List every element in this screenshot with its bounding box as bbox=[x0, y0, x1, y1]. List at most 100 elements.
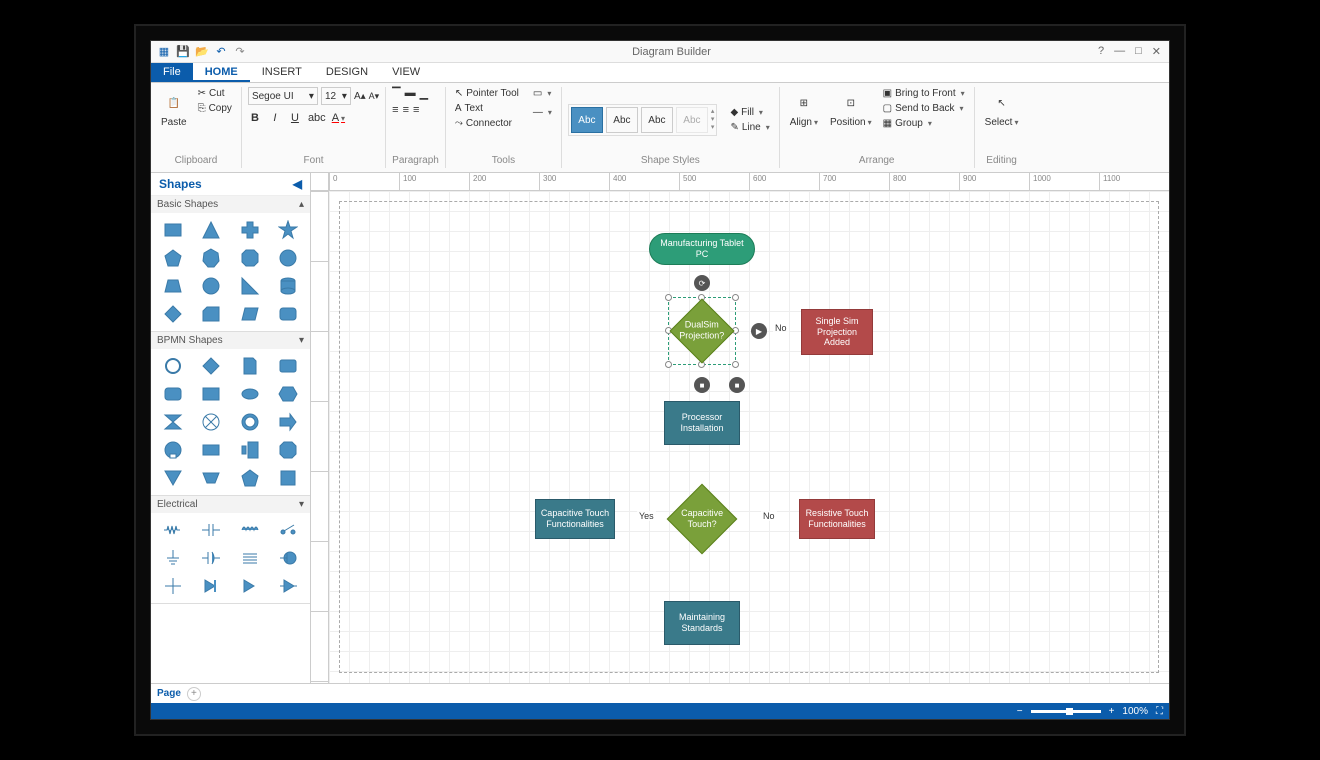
bringfront-button[interactable]: ▣Bring to Front bbox=[880, 87, 968, 100]
elec-inductor[interactable] bbox=[234, 519, 266, 541]
style-more-icon[interactable]: ▾ bbox=[711, 123, 715, 131]
elec-cap2[interactable] bbox=[195, 547, 227, 569]
handle-a-icon[interactable]: ■ bbox=[694, 377, 710, 393]
style-swatch-4[interactable]: Abc bbox=[676, 107, 708, 133]
select-button[interactable]: ↖Select bbox=[981, 87, 1023, 132]
elec-cap[interactable] bbox=[195, 519, 227, 541]
fontcolor-button[interactable]: A bbox=[332, 112, 345, 124]
node-capacitive[interactable]: Capacitive Touch Functionalities bbox=[535, 499, 615, 539]
bpmn-timer[interactable] bbox=[157, 411, 189, 433]
style-down-icon[interactable]: ▾ bbox=[711, 115, 715, 123]
shape-rect[interactable] bbox=[157, 219, 189, 241]
shape-card[interactable] bbox=[195, 303, 227, 325]
shape-octagon[interactable] bbox=[234, 247, 266, 269]
node-standards[interactable]: Maintaining Standards bbox=[664, 601, 740, 645]
node-start[interactable]: Manufacturing Tablet PC bbox=[649, 233, 755, 265]
shape-roundrect[interactable] bbox=[272, 303, 304, 325]
add-page-button[interactable]: + bbox=[187, 687, 201, 701]
paste-button[interactable]: 📋 Paste bbox=[157, 87, 191, 132]
style-swatch-2[interactable]: Abc bbox=[606, 107, 638, 133]
bpmn-callact[interactable] bbox=[157, 439, 189, 461]
handle-b-icon[interactable]: ■ bbox=[729, 377, 745, 393]
align-left-icon[interactable]: ≡ bbox=[392, 104, 398, 116]
bpmn-data[interactable] bbox=[234, 355, 266, 377]
bpmn-gateway[interactable] bbox=[195, 355, 227, 377]
elec-amp[interactable] bbox=[272, 575, 304, 597]
style-up-icon[interactable]: ▴ bbox=[711, 107, 715, 115]
connector-tool-button[interactable]: ⤳Connector bbox=[452, 117, 522, 130]
section-basic-header[interactable]: Basic Shapes▴ bbox=[151, 196, 310, 213]
save-icon[interactable]: 💾 bbox=[176, 45, 190, 59]
tab-design[interactable]: DESIGN bbox=[314, 63, 380, 82]
bpmn-pool[interactable] bbox=[195, 383, 227, 405]
elec-diode[interactable] bbox=[195, 575, 227, 597]
bpmn-dbl[interactable] bbox=[234, 411, 266, 433]
bpmn-pent2[interactable] bbox=[234, 467, 266, 489]
zoom-slider[interactable] bbox=[1031, 710, 1101, 713]
node-processor[interactable]: Processor Installation bbox=[664, 401, 740, 445]
align-center-icon[interactable]: ≡ bbox=[403, 104, 409, 116]
position-button[interactable]: ⊡Position bbox=[826, 87, 876, 132]
tab-file[interactable]: File bbox=[151, 63, 193, 82]
section-bpmn-header[interactable]: BPMN Shapes▾ bbox=[151, 332, 310, 349]
maximize-icon[interactable]: □ bbox=[1135, 45, 1142, 58]
open-icon[interactable]: 📂 bbox=[195, 45, 209, 59]
section-electrical-header[interactable]: Electrical▾ bbox=[151, 496, 310, 513]
style-swatch-1[interactable]: Abc bbox=[571, 107, 603, 133]
font-family-select[interactable]: Segoe UI▾ bbox=[248, 87, 318, 105]
shape-pentagon[interactable] bbox=[157, 247, 189, 269]
elec-led[interactable] bbox=[234, 575, 266, 597]
elec-coil[interactable] bbox=[234, 547, 266, 569]
bpmn-lane[interactable] bbox=[195, 439, 227, 461]
font-size-select[interactable]: 12▾ bbox=[321, 87, 351, 105]
align-top-icon[interactable]: ▔ bbox=[392, 87, 400, 100]
bpmn-hex[interactable] bbox=[272, 383, 304, 405]
pointer-tool-button[interactable]: ↖Pointer Tool bbox=[452, 87, 522, 100]
bpmn-down[interactable] bbox=[157, 467, 189, 489]
undo-icon[interactable]: ↶ bbox=[214, 45, 228, 59]
shape-triangle[interactable] bbox=[195, 219, 227, 241]
tab-insert[interactable]: INSERT bbox=[250, 63, 314, 82]
bpmn-anno[interactable] bbox=[234, 439, 266, 461]
shape-heptagon[interactable] bbox=[195, 247, 227, 269]
bpmn-trap[interactable] bbox=[195, 467, 227, 489]
node-resistive[interactable]: Resistive Touch Functionalities bbox=[799, 499, 875, 539]
fill-button[interactable]: ◆Fill bbox=[727, 106, 772, 119]
elec-transistor[interactable] bbox=[272, 547, 304, 569]
bpmn-store[interactable] bbox=[272, 439, 304, 461]
redo-icon[interactable]: ↷ bbox=[233, 45, 247, 59]
shape-tool-button[interactable]: ▭ bbox=[530, 87, 555, 100]
shape-plus[interactable] bbox=[234, 219, 266, 241]
shape-cylinder[interactable] bbox=[272, 275, 304, 297]
close-icon[interactable]: ✕ bbox=[1152, 45, 1161, 58]
zoom-in-button[interactable]: + bbox=[1109, 706, 1115, 717]
font-grow-icon[interactable]: A▴ bbox=[354, 91, 366, 102]
group-button[interactable]: ▦Group bbox=[880, 117, 968, 130]
elec-switch[interactable] bbox=[272, 519, 304, 541]
strike-button[interactable]: abc bbox=[308, 112, 326, 124]
zoom-out-button[interactable]: − bbox=[1017, 706, 1023, 717]
canvas[interactable]: Manufacturing Tablet PC DualSim Projecti… bbox=[329, 191, 1169, 683]
shape-circle[interactable] bbox=[195, 275, 227, 297]
bpmn-sub[interactable] bbox=[157, 383, 189, 405]
bpmn-task[interactable] bbox=[272, 355, 304, 377]
underline-button[interactable]: U bbox=[288, 112, 302, 124]
node-single-sim[interactable]: Single Sim Projection Added bbox=[801, 309, 873, 355]
help-icon[interactable]: ? bbox=[1098, 45, 1104, 58]
collapse-icon[interactable]: ◀ bbox=[293, 177, 302, 191]
text-tool-button[interactable]: AText bbox=[452, 102, 522, 115]
line-button[interactable]: ✎Line bbox=[727, 121, 772, 134]
align-mid-icon[interactable]: ▬ bbox=[405, 87, 416, 100]
bpmn-arrow[interactable] bbox=[272, 411, 304, 433]
copy-button[interactable]: ⎘Copy bbox=[195, 102, 235, 115]
minimize-icon[interactable]: — bbox=[1114, 45, 1125, 58]
font-shrink-icon[interactable]: A▾ bbox=[369, 91, 380, 102]
shape-rtriangle[interactable] bbox=[234, 275, 266, 297]
shape-diamond[interactable] bbox=[157, 303, 189, 325]
bpmn-rect2[interactable] bbox=[272, 467, 304, 489]
shape-para[interactable] bbox=[234, 303, 266, 325]
elec-ground[interactable] bbox=[157, 547, 189, 569]
align-right-icon[interactable]: ≡ bbox=[413, 104, 419, 116]
italic-button[interactable]: I bbox=[268, 112, 282, 124]
rotate-handle-icon[interactable]: ⟳ bbox=[694, 275, 710, 291]
